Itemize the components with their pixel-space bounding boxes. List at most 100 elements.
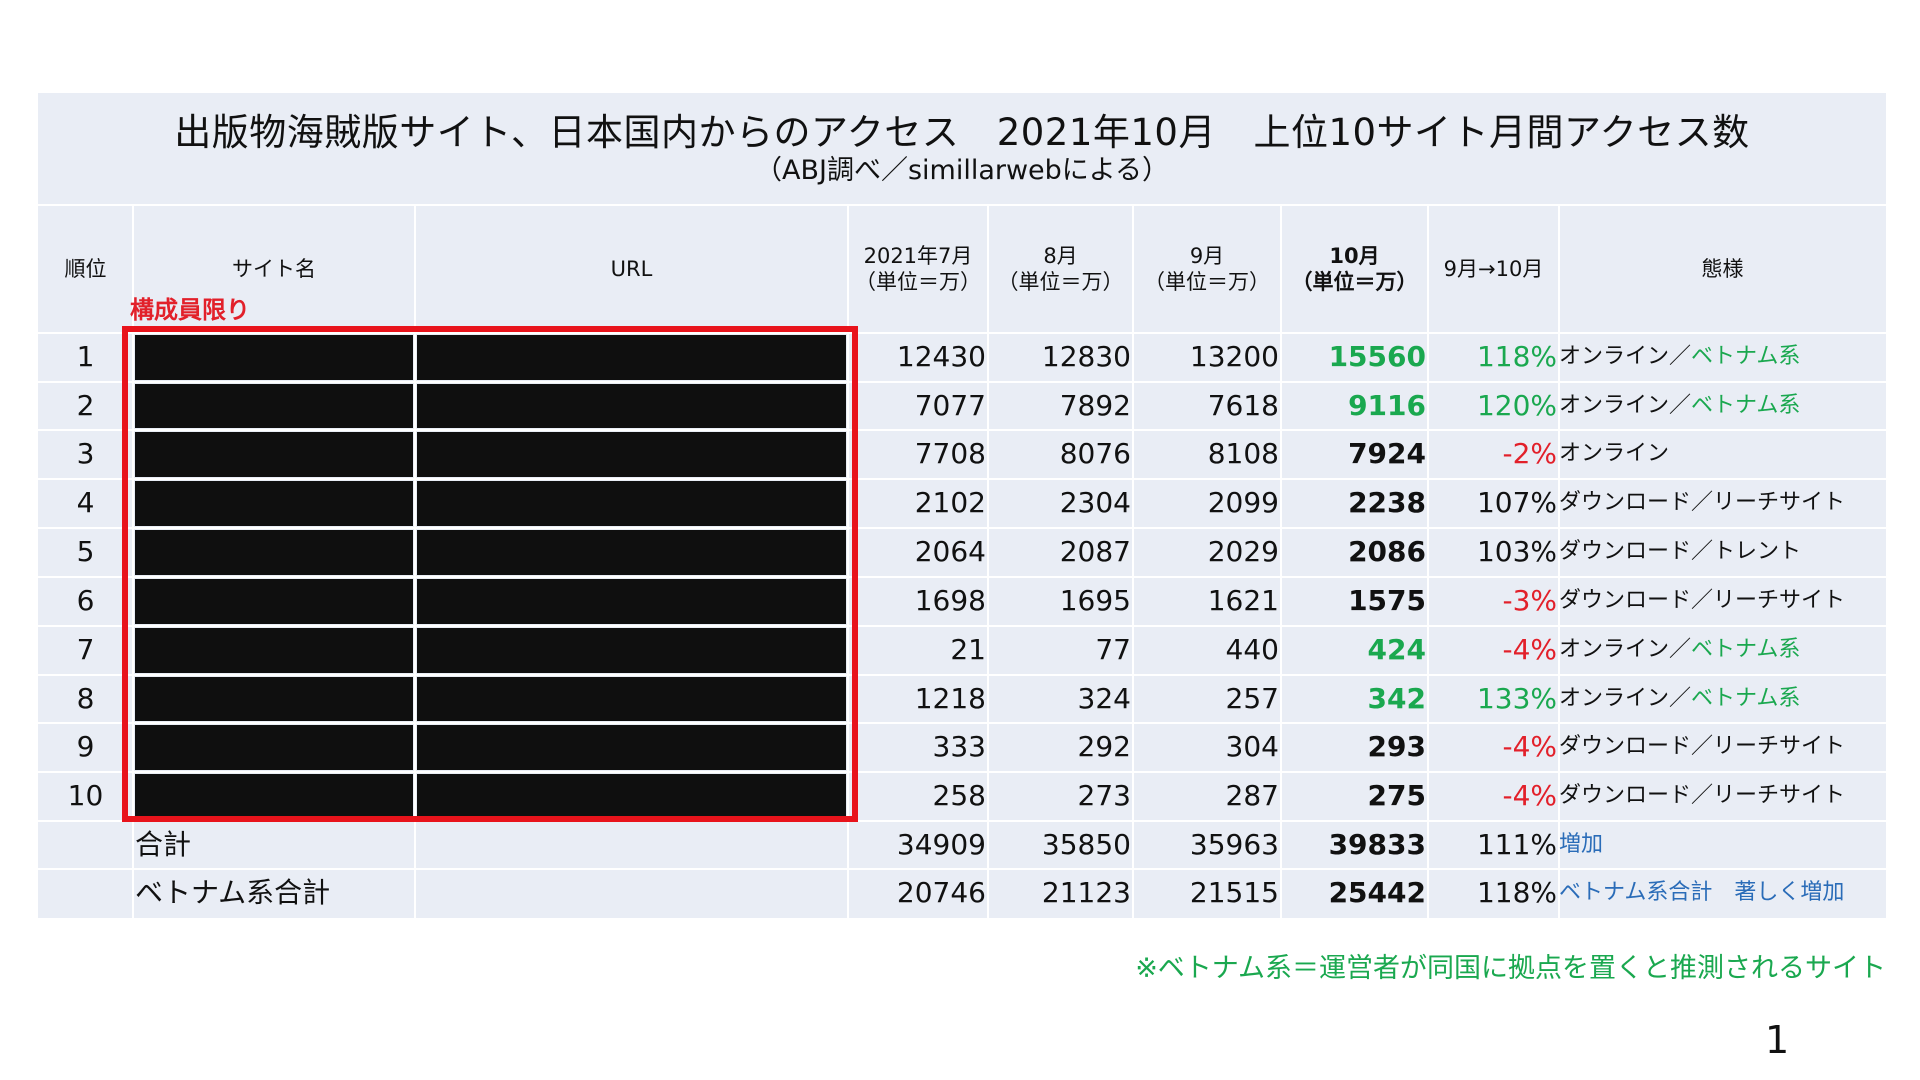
jul-value: 258: [932, 779, 986, 812]
jul-value: 333: [932, 730, 986, 763]
aug-value: 2087: [1059, 535, 1131, 568]
type-cell: ダウンロード／リーチサイト: [1559, 772, 1886, 821]
rank-cell: 5: [76, 535, 95, 568]
jul-total: 34909: [896, 828, 986, 861]
header-text: 態様: [1701, 257, 1744, 281]
redaction-frame: [122, 326, 858, 822]
type-cell: ダウンロード／リーチサイト: [1559, 723, 1886, 772]
change-value: -3%: [1502, 584, 1557, 617]
type-cell: オンライン／ベトナム系: [1559, 626, 1886, 675]
members-only-note: 構成員限り: [130, 296, 250, 324]
type-cell: オンライン／ベトナム系: [1559, 333, 1886, 382]
aug-value: 2304: [1059, 486, 1131, 519]
rank-cell: 10: [67, 779, 104, 812]
aug-total: 35850: [1041, 828, 1131, 861]
header-text: （単位＝万）: [1144, 270, 1270, 294]
jul-value: 1218: [914, 682, 986, 715]
oct-value: 342: [1367, 682, 1426, 715]
sep-value: 8108: [1207, 437, 1279, 470]
rank-cell: 6: [76, 584, 95, 617]
title-block: 出版物海賊版サイト、日本国内からのアクセス 2021年10月 上位10サイト月間…: [38, 93, 1886, 205]
sep-value: 287: [1225, 779, 1279, 812]
sep-value: 2029: [1207, 535, 1279, 568]
type-main: ダウンロード／リーチサイト: [1559, 734, 1846, 759]
header-text: 8月: [1043, 244, 1078, 268]
oct-value: 7924: [1348, 437, 1426, 470]
header-text: （単位＝万）: [1291, 270, 1418, 294]
aug-value: 1695: [1059, 584, 1131, 617]
rank-cell: 9: [76, 730, 95, 763]
header-jul: 2021年7月 （単位＝万）: [848, 205, 988, 333]
oct-value: 1575: [1348, 584, 1426, 617]
type-main: オンライン／: [1559, 393, 1692, 418]
page-title: 出版物海賊版サイト、日本国内からのアクセス 2021年10月 上位10サイト月間…: [174, 111, 1750, 154]
footnote: ※ベトナム系＝運営者が同国に拠点を置くと推測されるサイト: [1135, 953, 1886, 984]
rank-cell: 2: [76, 389, 95, 422]
type-vietnam: ベトナム系: [1691, 393, 1801, 418]
sep-total: 35963: [1189, 828, 1279, 861]
change-total: 111%: [1476, 828, 1557, 861]
header-aug: 8月 （単位＝万）: [988, 205, 1133, 333]
sep-value: 440: [1225, 633, 1279, 666]
rank-cell: 4: [76, 486, 95, 519]
oct-value: 293: [1367, 730, 1426, 763]
header-text: URL: [610, 257, 653, 281]
change-value: -4%: [1502, 730, 1557, 763]
change-value: -2%: [1502, 437, 1557, 470]
change-value: 118%: [1476, 340, 1557, 373]
rank-cell: 3: [76, 437, 95, 470]
type-main: ダウンロード／リーチサイト: [1559, 588, 1846, 613]
aug-value: 12830: [1041, 340, 1131, 373]
type-main: オンライン／: [1559, 637, 1692, 662]
type-vietnam: ベトナム系: [1691, 344, 1801, 369]
header-oct: 10月 （単位＝万）: [1281, 205, 1428, 333]
header-text: 順位: [64, 257, 107, 281]
change-value: 120%: [1476, 389, 1557, 422]
jul-value: 7708: [914, 437, 986, 470]
type-cell: ダウンロード／リーチサイト: [1559, 479, 1886, 528]
change-value: 133%: [1476, 682, 1557, 715]
sep-total: 21515: [1189, 876, 1279, 909]
oct-total: 25442: [1328, 876, 1426, 909]
page-subtitle: （ABJ調べ／simillarwebによる）: [755, 155, 1169, 186]
sep-value: 1621: [1207, 584, 1279, 617]
sep-value: 7618: [1207, 389, 1279, 422]
total-note: 増加: [1559, 832, 1604, 857]
rank-cell: 1: [76, 340, 95, 373]
type-main: ダウンロード／トレント: [1559, 539, 1802, 564]
type-main: オンライン／: [1559, 686, 1692, 711]
oct-value: 275: [1367, 779, 1426, 812]
type-cell: ダウンロード／リーチサイト: [1559, 577, 1886, 626]
rank-cell: 8: [76, 682, 95, 715]
sep-value: 257: [1225, 682, 1279, 715]
change-value: -4%: [1502, 633, 1557, 666]
header-type: 態様: [1559, 205, 1886, 333]
oct-value: 424: [1367, 633, 1426, 666]
jul-value: 21: [950, 633, 986, 666]
oct-value: 9116: [1348, 389, 1426, 422]
header-sep: 9月 （単位＝万）: [1133, 205, 1281, 333]
total-label: 合計: [135, 828, 192, 861]
jul-total: 20746: [896, 876, 986, 909]
header-text: （単位＝万）: [855, 270, 981, 294]
header-change: 9月→10月: [1428, 205, 1559, 333]
aug-value: 324: [1077, 682, 1131, 715]
oct-value: 2238: [1348, 486, 1426, 519]
header-text: 9月→10月: [1443, 257, 1544, 281]
type-cell: オンライン: [1559, 430, 1886, 479]
type-vietnam: ベトナム系: [1691, 686, 1801, 711]
type-cell: オンライン／ベトナム系: [1559, 675, 1886, 723]
jul-value: 2102: [914, 486, 986, 519]
type-main: オンライン: [1559, 441, 1670, 466]
header-text: サイト名: [232, 257, 316, 281]
header-text: 2021年7月: [863, 244, 973, 268]
page-number: 1: [1765, 1018, 1790, 1062]
change-value: 107%: [1476, 486, 1557, 519]
jul-value: 2064: [914, 535, 986, 568]
aug-value: 292: [1077, 730, 1131, 763]
jul-value: 12430: [896, 340, 986, 373]
change-value: -4%: [1502, 779, 1557, 812]
aug-value: 77: [1095, 633, 1131, 666]
type-main: ダウンロード／リーチサイト: [1559, 490, 1846, 515]
type-cell: ダウンロード／トレント: [1559, 528, 1886, 577]
